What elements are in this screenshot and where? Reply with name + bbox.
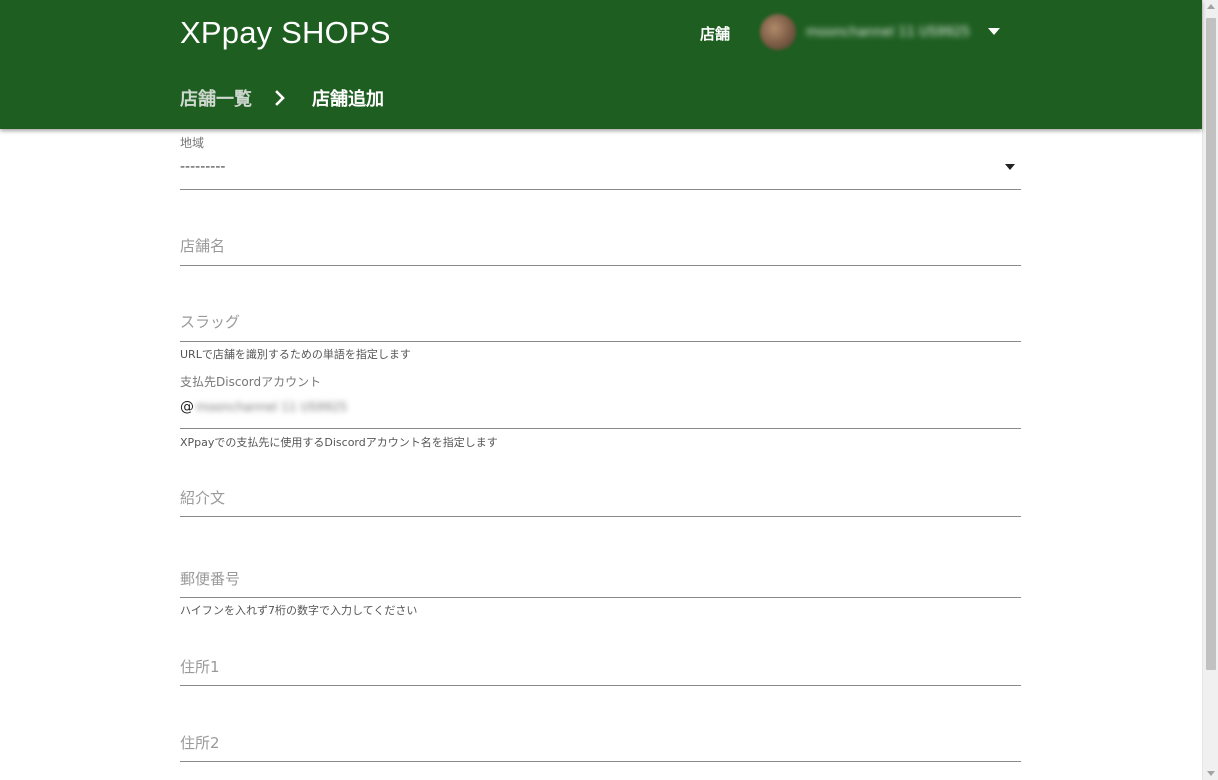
postal-code-placeholder: 郵便番号 <box>180 570 241 588</box>
avatar[interactable] <box>760 14 796 50</box>
region-value[interactable]: --------- <box>180 159 225 175</box>
discord-account-value[interactable]: moonchannel 11 US9925 <box>196 400 347 414</box>
slug-helper-text: URLで店舗を識別するための単語を指定します <box>180 348 411 361</box>
discord-account-label: 支払先Discordアカウント <box>180 375 322 389</box>
intro-field[interactable]: 紹介文 <box>180 481 1021 519</box>
region-label: 地域 <box>180 136 205 150</box>
discord-underline <box>180 428 1021 429</box>
postal-code-field[interactable]: 郵便番号 ハイフンを入れず7桁の数字で入力してください <box>180 562 1021 622</box>
breadcrumb-shop-list[interactable]: 店舗一覧 <box>180 85 252 111</box>
region-underline <box>180 189 1021 190</box>
scroll-down-arrow-icon[interactable] <box>1207 771 1215 776</box>
intro-underline <box>180 516 1021 517</box>
brand-title[interactable]: XPpay SHOPS <box>180 15 391 51</box>
discord-helper-text: XPpayでの支払先に使用するDiscordアカウント名を指定します <box>180 436 498 449</box>
discord-prefix: @ <box>180 399 194 415</box>
shop-name-placeholder: 店舗名 <box>180 237 226 255</box>
postal-code-underline <box>180 597 1021 598</box>
shop-name-field[interactable]: 店舗名 <box>180 229 1021 267</box>
slug-underline <box>180 341 1021 342</box>
page-scrollbar[interactable] <box>1202 0 1218 780</box>
user-menu-caret-down-icon[interactable] <box>988 28 1000 35</box>
shop-name-underline <box>180 265 1021 266</box>
slug-field[interactable]: スラッグ URLで店舗を識別するための単語を指定します <box>180 305 1021 365</box>
caret-down-icon[interactable] <box>1005 164 1015 170</box>
breadcrumb-current: 店舗追加 <box>312 89 384 110</box>
address1-field[interactable]: 住所1 <box>180 650 1021 688</box>
nav-shop-link[interactable]: 店舗 <box>700 23 730 44</box>
user-name[interactable]: moonchannel 11 US9925 <box>806 25 970 40</box>
app-bar: XPpay SHOPS 店舗 moonchannel 11 US9925 店舗一… <box>0 0 1202 129</box>
chevron-right-icon <box>272 88 290 108</box>
address2-field[interactable]: 住所2 <box>180 726 1021 764</box>
breadcrumb: 店舗一覧 店舗追加 <box>180 85 384 111</box>
slug-placeholder: スラッグ <box>180 313 241 331</box>
scrollbar-thumb[interactable] <box>1206 18 1216 670</box>
scroll-up-arrow-icon[interactable] <box>1207 4 1215 9</box>
postal-code-helper-text: ハイフンを入れず7桁の数字で入力してください <box>180 604 418 617</box>
address1-placeholder: 住所1 <box>180 658 220 676</box>
region-select[interactable]: 地域 --------- <box>180 134 1021 190</box>
address2-placeholder: 住所2 <box>180 734 220 752</box>
intro-placeholder: 紹介文 <box>180 489 226 507</box>
address1-underline <box>180 685 1021 686</box>
address2-underline <box>180 761 1021 762</box>
discord-account-field[interactable]: 支払先Discordアカウント @ moonchannel 11 US9925 … <box>180 373 1021 449</box>
